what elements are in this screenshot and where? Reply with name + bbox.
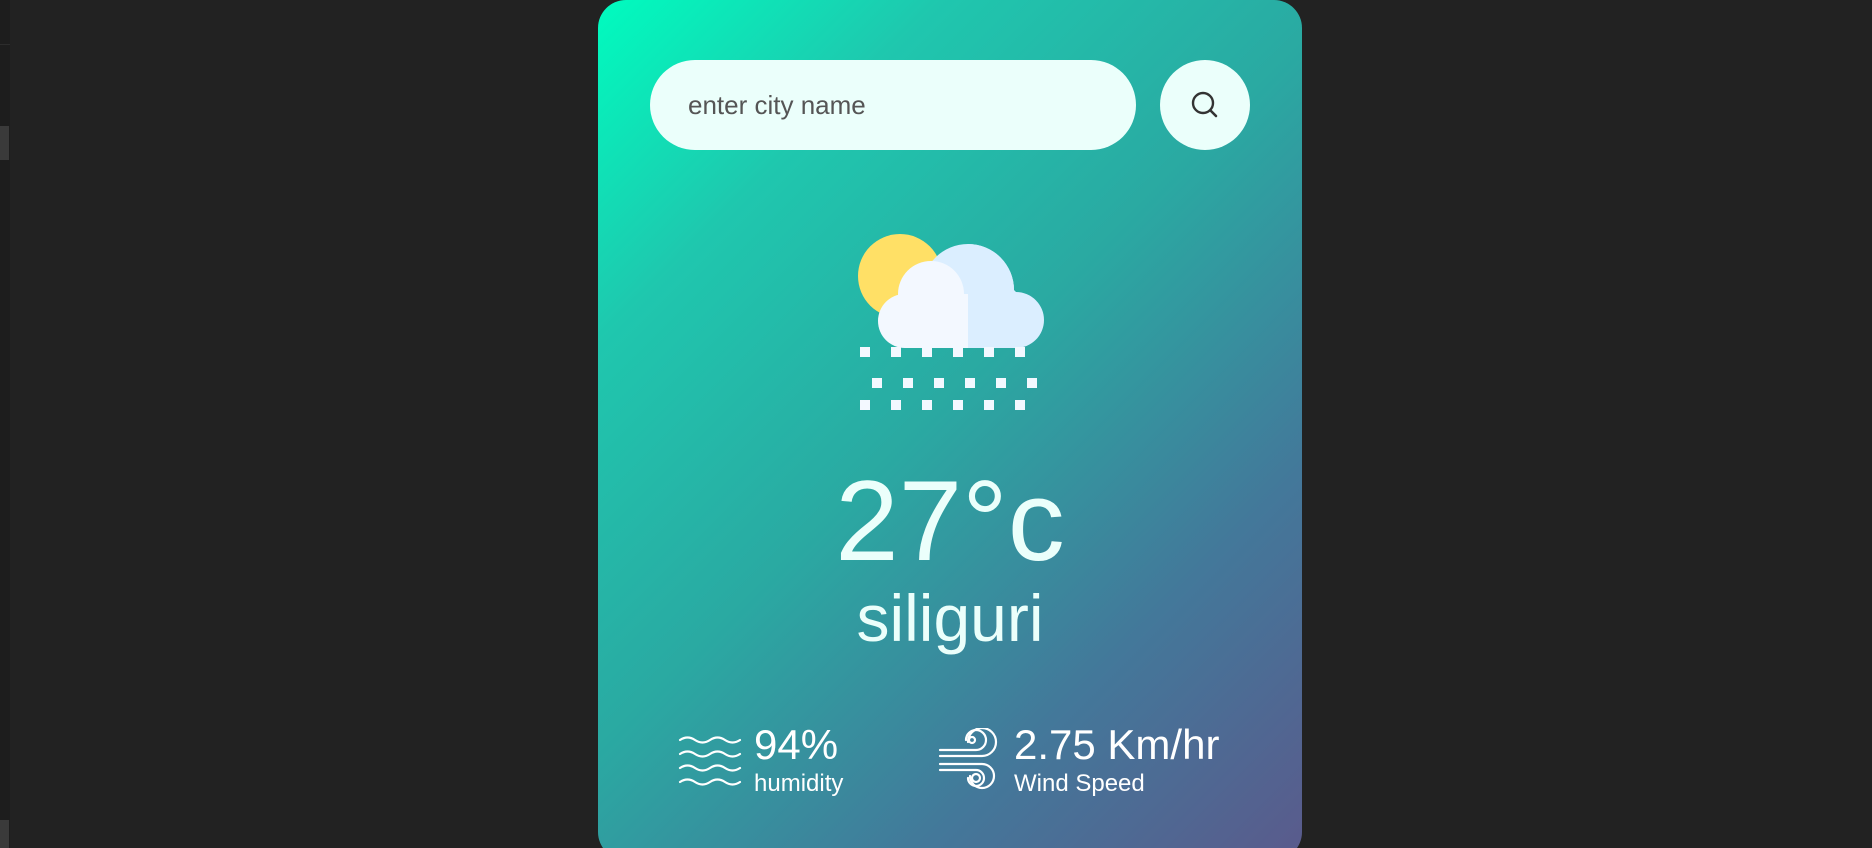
temperature-value: 27°c (835, 458, 1065, 585)
search-button[interactable] (1160, 60, 1250, 150)
left-edge-scroll-marker (0, 126, 9, 160)
search-bar (650, 60, 1250, 150)
city-search-input[interactable] (650, 60, 1136, 150)
snow-dots (860, 347, 1037, 410)
humidity-label: humidity (754, 770, 844, 797)
wind-speed-label: Wind Speed (1014, 770, 1145, 797)
sun-cloud-snow-icon (858, 234, 1044, 410)
left-edge-divider (0, 44, 10, 45)
page: 27°c siliguri 94% humidity (0, 0, 1872, 848)
left-edge-bottom-marker (0, 820, 9, 848)
wind-speed-value: 2.75 Km/hr (1014, 721, 1220, 768)
wind-icon (938, 728, 998, 790)
search-icon (1191, 91, 1218, 118)
city-name: siliguri (856, 581, 1044, 655)
weather-card: 27°c siliguri 94% humidity (598, 0, 1302, 848)
humidity-value: 94% (754, 721, 839, 768)
humidity-waves-icon (678, 736, 742, 786)
